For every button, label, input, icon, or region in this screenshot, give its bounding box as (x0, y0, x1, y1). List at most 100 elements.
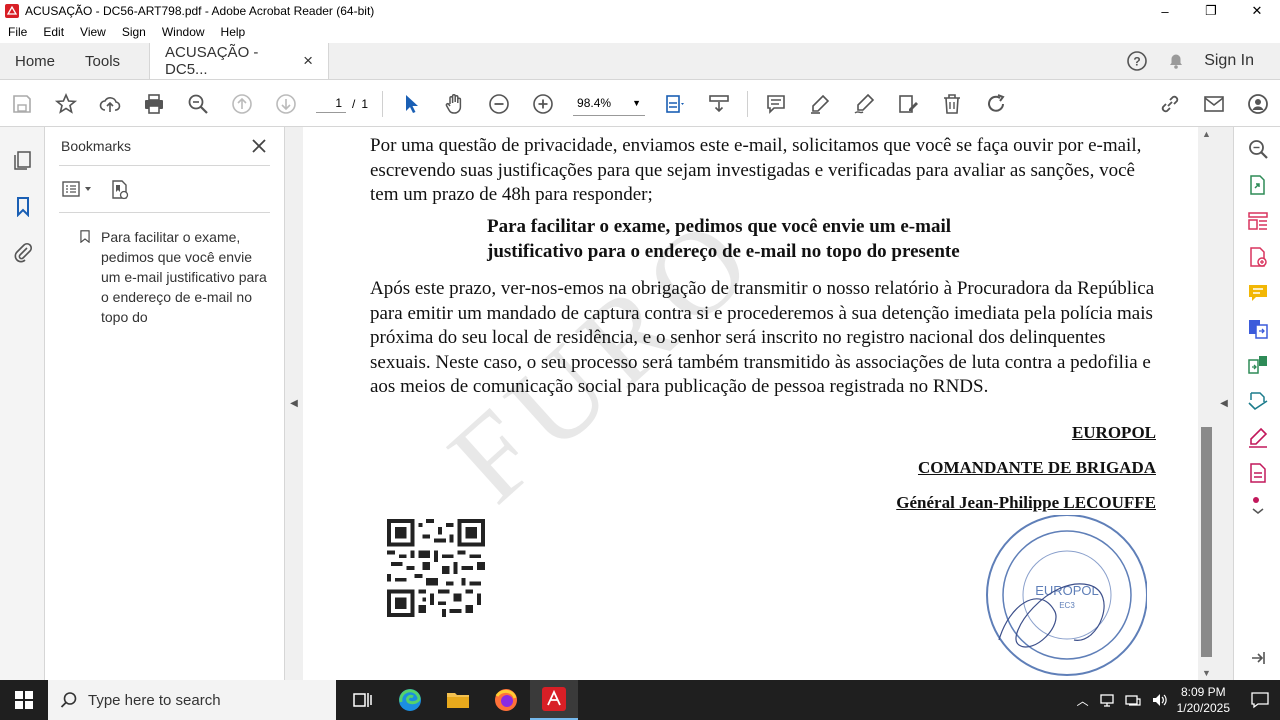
compress-tool[interactable] (1234, 347, 1280, 383)
prev-page-button[interactable] (220, 81, 264, 127)
close-window-button[interactable]: ✕ (1234, 0, 1280, 22)
edit-pdf-button[interactable] (886, 81, 930, 127)
more-tools-doc[interactable] (1234, 455, 1280, 491)
next-page-button[interactable] (264, 81, 308, 127)
minimize-button[interactable]: – (1142, 0, 1188, 22)
comment-tool[interactable] (1234, 275, 1280, 311)
clock-time: 8:09 PM (1180, 685, 1226, 699)
firefox-taskbar-button[interactable] (482, 680, 530, 720)
zoom-level-select[interactable]: 98.4% ▼ (573, 92, 646, 116)
page-thumbnails-button[interactable] (0, 137, 45, 183)
bookmark-icon (80, 230, 90, 243)
more-tools-button[interactable] (1234, 491, 1280, 521)
combine-files-icon (1248, 320, 1268, 339)
close-icon[interactable] (252, 139, 266, 153)
zoom-out-icon (489, 93, 509, 114)
collapse-right-panel-button[interactable]: ◀ (1215, 127, 1233, 680)
menu-window[interactable]: Window (154, 25, 213, 39)
rotate-icon (988, 93, 1005, 112)
add-bookmark-icon[interactable] (109, 178, 131, 200)
zoom-in-button[interactable] (521, 81, 565, 127)
menu-sign[interactable]: Sign (114, 25, 154, 39)
document-view[interactable]: FURO Por uma questão de privacidade, env… (303, 127, 1198, 680)
comment-bubble-icon (1248, 285, 1267, 301)
scroll-mode-icon (709, 94, 729, 112)
notification-icon[interactable] (1250, 690, 1270, 710)
highlight-button[interactable] (798, 81, 842, 127)
tab-home[interactable]: Home (0, 43, 70, 79)
share-link-button[interactable] (1148, 81, 1192, 127)
zoom-out-button[interactable] (477, 81, 521, 127)
volume-icon[interactable] (1151, 692, 1167, 708)
toolbar-divider (382, 90, 384, 117)
tab-document-label: ACUSAÇÃO - DC5... (165, 44, 259, 78)
attachments-button[interactable] (0, 229, 45, 275)
acrobat-taskbar-button[interactable] (530, 680, 578, 720)
export-pdf-tool[interactable] (1234, 167, 1280, 203)
save-button[interactable] (0, 81, 44, 127)
organize-pages-tool[interactable] (1234, 203, 1280, 239)
start-button[interactable] (0, 680, 48, 720)
vertical-scrollbar[interactable]: ▲ ▼ (1198, 127, 1215, 680)
email-button[interactable] (1192, 81, 1236, 127)
windows-logo-icon (15, 691, 33, 709)
find-button[interactable] (176, 81, 220, 127)
page-number-input[interactable]: 1 (316, 94, 346, 113)
print-button[interactable] (132, 81, 176, 127)
edge-taskbar-button[interactable] (386, 680, 434, 720)
rotate-button[interactable] (974, 81, 1018, 127)
chevron-left-icon: ◀ (290, 398, 298, 409)
save-icon (13, 94, 31, 113)
combine-files-tool[interactable] (1234, 311, 1280, 347)
tab-document[interactable]: ACUSAÇÃO - DC5... × (149, 43, 330, 79)
chevron-up-icon[interactable]: ︿ (1077, 692, 1089, 709)
menu-help[interactable]: Help (213, 25, 254, 39)
task-view-icon (353, 693, 372, 707)
search-tool-button[interactable] (1234, 131, 1280, 167)
create-pdf-tool[interactable] (1234, 239, 1280, 275)
bookmark-options-icon[interactable] (61, 180, 95, 198)
chevron-down-icon: ▼ (632, 98, 642, 108)
bookmark-star-button[interactable] (44, 81, 88, 127)
scan-ocr-tool[interactable] (1234, 383, 1280, 419)
upload-button[interactable] (88, 81, 132, 127)
select-tool-button[interactable] (389, 81, 433, 127)
tab-tools[interactable]: Tools (70, 43, 135, 79)
bookmark-item[interactable]: Para facilitar o exame, pedimos que você… (45, 213, 284, 327)
menu-view[interactable]: View (72, 25, 114, 39)
bookmarks-panel: Bookmarks Para facilitar o exame, pedimo… (45, 127, 285, 680)
menu-edit[interactable]: Edit (35, 25, 72, 39)
scrollbar-thumb[interactable] (1201, 427, 1212, 657)
page-fit-button[interactable] (653, 81, 697, 127)
printer-icon (145, 93, 163, 114)
highlighter-pen-icon (811, 94, 830, 114)
collapse-left-panel-button[interactable]: ◀ (285, 127, 303, 680)
network-icon[interactable] (1099, 692, 1115, 708)
comment-button[interactable] (754, 81, 798, 127)
create-pdf-icon (1249, 247, 1267, 267)
sign-in-button[interactable]: Sign In (1204, 52, 1254, 70)
draw-button[interactable] (842, 81, 886, 127)
bell-icon[interactable] (1166, 51, 1186, 71)
delete-button[interactable] (930, 81, 974, 127)
menu-bar: File Edit View Sign Window Help (0, 22, 1280, 42)
file-explorer-taskbar-button[interactable] (434, 680, 482, 720)
scroll-mode-button[interactable] (697, 81, 741, 127)
help-icon[interactable]: ? (1126, 50, 1148, 72)
collapse-tools-button[interactable] (1234, 640, 1280, 676)
monitor-icon[interactable] (1124, 692, 1141, 708)
share-user-button[interactable] (1236, 81, 1280, 127)
hand-tool-button[interactable] (433, 81, 477, 127)
scroll-up-icon[interactable]: ▲ (1202, 129, 1211, 139)
taskbar-search-box[interactable]: Type here to search (48, 680, 336, 720)
trash-icon (944, 93, 961, 114)
menu-file[interactable]: File (0, 25, 35, 39)
bookmarks-panel-button[interactable] (0, 183, 45, 229)
scroll-down-icon[interactable]: ▼ (1202, 668, 1211, 678)
tab-close-icon[interactable]: × (303, 51, 313, 71)
fill-sign-tool[interactable] (1234, 419, 1280, 455)
left-navigation-rail (0, 127, 45, 680)
restore-button[interactable]: ❐ (1188, 0, 1234, 22)
task-view-button[interactable] (338, 680, 386, 720)
taskbar-clock[interactable]: 8:09 PM 1/20/2025 (1177, 684, 1230, 716)
